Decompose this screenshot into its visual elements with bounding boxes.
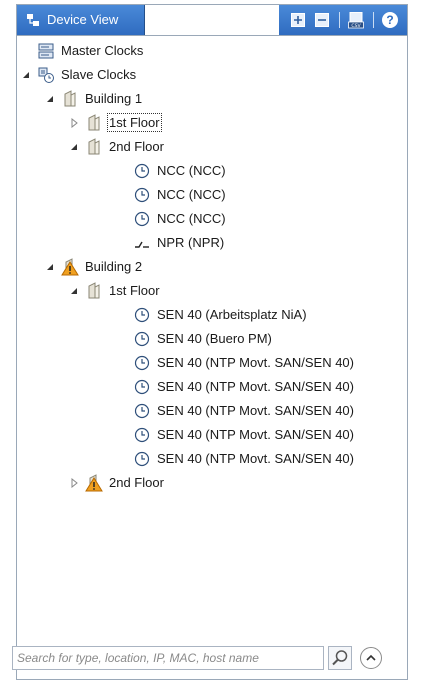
building-warning-icon — [61, 258, 79, 276]
clock-icon — [134, 211, 150, 227]
tree-node-building-1[interactable]: Building 1 — [41, 87, 397, 111]
search-box — [12, 646, 324, 670]
tree-node-label: SEN 40 (Buero PM) — [157, 331, 272, 346]
tree-node-2nd-floor[interactable]: 2nd Floor — [65, 471, 397, 495]
tree-node-sen40[interactable]: SEN 40 (NTP Movt. SAN/SEN 40) — [113, 447, 397, 471]
tree-node-label: SEN 40 (NTP Movt. SAN/SEN 40) — [157, 451, 354, 466]
tree-node-label: NCC (NCC) — [157, 163, 226, 178]
tree-node-1st-floor[interactable]: 1st Floor — [65, 111, 397, 135]
search-button[interactable] — [328, 646, 352, 670]
expanded-arrow-icon[interactable] — [45, 94, 55, 104]
tree-node-label: NPR (NPR) — [157, 235, 225, 250]
toolbar-separator — [373, 12, 374, 28]
clock-icon — [134, 355, 150, 371]
clock-icon — [134, 403, 150, 419]
clock-icon — [134, 379, 150, 395]
clock-icon — [134, 307, 150, 323]
tree-node-label: 1st Floor — [107, 113, 162, 132]
floor-icon — [88, 282, 100, 299]
clock-icon — [134, 331, 150, 347]
tree-node-label: Master Clocks — [61, 43, 144, 58]
csv-export-icon[interactable]: CSV — [347, 11, 365, 29]
tree-node-label: SEN 40 (NTP Movt. SAN/SEN 40) — [157, 379, 354, 394]
collapse-all-icon[interactable] — [313, 11, 331, 29]
tree-node-sen40[interactable]: SEN 40 (NTP Movt. SAN/SEN 40) — [113, 351, 397, 375]
chevron-up-icon — [366, 654, 376, 661]
tree-node-ncc[interactable]: NCC (NCC) — [113, 159, 397, 183]
master-clock-icon — [38, 43, 54, 59]
tree-node-building-2[interactable]: Building 2 — [41, 255, 397, 279]
clock-icon — [134, 163, 150, 179]
tree-node-sen40[interactable]: SEN 40 (Buero PM) — [113, 327, 397, 351]
collapsed-arrow-icon[interactable] — [69, 118, 79, 128]
tree-node-label: SEN 40 (NTP Movt. SAN/SEN 40) — [157, 355, 354, 370]
clock-icon — [134, 451, 150, 467]
toolbar-separator — [339, 12, 340, 28]
help-icon[interactable]: ? — [381, 11, 399, 29]
expanded-arrow-icon[interactable] — [69, 142, 79, 152]
collapsed-arrow-icon[interactable] — [69, 478, 79, 488]
tree-node-label: SEN 40 (NTP Movt. SAN/SEN 40) — [157, 427, 354, 442]
tree-node-master-clocks[interactable]: Master Clocks — [17, 39, 397, 63]
tree-node-label: NCC (NCC) — [157, 211, 226, 226]
tree-node-sen40[interactable]: SEN 40 (NTP Movt. SAN/SEN 40) — [113, 423, 397, 447]
tree-node-label: 2nd Floor — [109, 475, 164, 490]
tree-node-label: Slave Clocks — [61, 67, 137, 82]
collapse-search-button[interactable] — [360, 647, 382, 669]
tree-node-sen40[interactable]: SEN 40 (NTP Movt. SAN/SEN 40) — [113, 375, 397, 399]
expanded-arrow-icon[interactable] — [45, 262, 55, 272]
tree-node-npr[interactable]: NPR (NPR) — [113, 231, 397, 255]
tree-node-2nd-floor[interactable]: 2nd Floor — [65, 135, 397, 159]
slave-clock-icon — [38, 67, 54, 83]
tree-node-1st-floor[interactable]: 1st Floor — [65, 279, 397, 303]
tree-node-label: 1st Floor — [109, 283, 160, 298]
npr-device-icon — [135, 241, 149, 248]
device-view-panel: Device View CSV ? Master Clocks Slave Cl… — [16, 4, 408, 680]
clock-icon — [134, 187, 150, 203]
svg-text:?: ? — [386, 13, 393, 27]
expanded-arrow-icon[interactable] — [21, 70, 31, 80]
floor-icon — [88, 138, 100, 155]
expand-all-icon[interactable] — [289, 11, 307, 29]
tree-node-label: NCC (NCC) — [157, 187, 226, 202]
tree-node-label: Building 2 — [85, 259, 143, 274]
floor-icon — [88, 114, 100, 131]
building-icon — [64, 90, 76, 107]
tree-node-label: SEN 40 (NTP Movt. SAN/SEN 40) — [157, 403, 354, 418]
tree-node-sen40[interactable]: SEN 40 (Arbeitsplatz NiA) — [113, 303, 397, 327]
tree-node-ncc[interactable]: NCC (NCC) — [113, 207, 397, 231]
tree-node-sen40[interactable]: SEN 40 (NTP Movt. SAN/SEN 40) — [113, 399, 397, 423]
tree-node-ncc[interactable]: NCC (NCC) — [113, 183, 397, 207]
clock-icon — [134, 427, 150, 443]
tab-device-view[interactable]: Device View — [17, 5, 145, 35]
tree-node-label: Building 1 — [85, 91, 143, 106]
tree-node-label: SEN 40 (Arbeitsplatz NiA) — [157, 307, 307, 322]
toolbar: CSV ? — [279, 5, 407, 35]
expanded-arrow-icon[interactable] — [69, 286, 79, 296]
magnifier-icon — [332, 650, 348, 666]
panel-title: Device View — [47, 12, 119, 27]
panel-header: Device View CSV ? — [17, 5, 407, 36]
device-view-icon — [27, 14, 39, 26]
tree-node-label: 2nd Floor — [109, 139, 164, 154]
csv-label: CSV — [351, 23, 361, 29]
search-input[interactable] — [13, 647, 323, 669]
floor-warning-icon — [85, 474, 103, 492]
tree-node-slave-clocks[interactable]: Slave Clocks — [17, 63, 397, 87]
